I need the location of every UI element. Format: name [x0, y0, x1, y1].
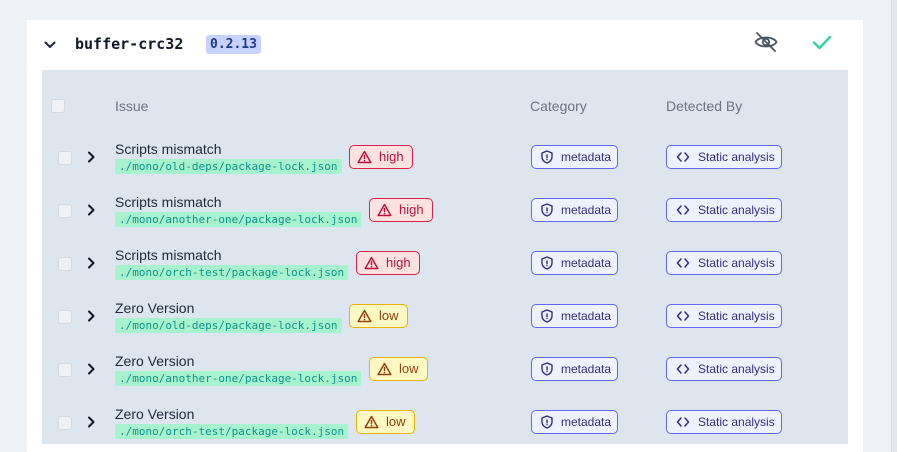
- warning-triangle-icon: [377, 203, 392, 217]
- issue-title: Zero Version: [115, 300, 195, 316]
- row-checkbox[interactable]: [58, 310, 72, 324]
- issue-file-path[interactable]: ./mono/old-deps/package-lock.json: [115, 159, 342, 174]
- detected-by-label: Static analysis: [698, 203, 775, 217]
- header-category: Category: [530, 98, 587, 114]
- shield-icon: [541, 256, 553, 270]
- shield-icon: [541, 415, 553, 429]
- severity-label: low: [379, 308, 399, 323]
- table-row[interactable]: Scripts mismatch ./mono/old-deps/package…: [42, 124, 848, 177]
- chevron-right-icon[interactable]: [84, 362, 98, 376]
- detected-by-label: Static analysis: [698, 362, 775, 376]
- package-header: buffer-crc32 0.2.13: [27, 20, 863, 68]
- detected-by-label: Static analysis: [698, 415, 775, 429]
- table-row[interactable]: Zero Version ./mono/another-one/package-…: [42, 336, 848, 389]
- table-row[interactable]: Zero Version ./mono/old-deps/package-loc…: [42, 283, 848, 336]
- issue-title: Scripts mismatch: [115, 194, 222, 210]
- shield-icon: [541, 203, 553, 217]
- issue-title: Scripts mismatch: [115, 247, 222, 263]
- category-badge[interactable]: metadata: [531, 304, 619, 328]
- chevron-right-icon[interactable]: [84, 256, 98, 270]
- row-checkbox[interactable]: [58, 363, 72, 377]
- code-brackets-icon: [676, 204, 690, 216]
- issue-title: Zero Version: [115, 353, 195, 369]
- severity-badge: high: [349, 145, 413, 169]
- issue-file-path[interactable]: ./mono/old-deps/package-lock.json: [115, 318, 342, 333]
- row-checkbox[interactable]: [58, 416, 72, 430]
- check-icon[interactable]: [810, 30, 834, 54]
- code-brackets-icon: [676, 310, 690, 322]
- issue-file-path[interactable]: ./mono/orch-test/package-lock.json: [115, 265, 349, 280]
- detected-by-label: Static analysis: [698, 309, 775, 323]
- shield-icon: [541, 362, 553, 376]
- issue-title: Zero Version: [115, 406, 195, 422]
- category-badge[interactable]: metadata: [531, 198, 619, 222]
- detected-by-badge[interactable]: Static analysis: [666, 198, 782, 222]
- package-name: buffer-crc32: [75, 35, 184, 53]
- table-row[interactable]: Scripts mismatch ./mono/orch-test/packag…: [42, 230, 848, 283]
- detected-by-label: Static analysis: [698, 256, 775, 270]
- category-badge[interactable]: metadata: [531, 410, 619, 434]
- detected-by-badge[interactable]: Static analysis: [666, 145, 782, 169]
- chevron-right-icon[interactable]: [84, 415, 98, 429]
- row-checkbox[interactable]: [58, 151, 72, 165]
- table-row[interactable]: Scripts mismatch ./mono/another-one/pack…: [42, 177, 848, 230]
- table-row[interactable]: Zero Version ./mono/orch-test/package-lo…: [42, 389, 848, 442]
- severity-label: high: [386, 255, 411, 270]
- package-card: buffer-crc32 0.2.13 Issue Category Detec…: [27, 20, 863, 452]
- issues-table: Issue Category Detected By Scripts misma…: [42, 70, 848, 444]
- detected-by-label: Static analysis: [698, 150, 775, 164]
- issue-title: Scripts mismatch: [115, 141, 222, 157]
- category-label: metadata: [561, 309, 612, 323]
- severity-badge: high: [369, 198, 433, 222]
- issue-file-path[interactable]: ./mono/orch-test/package-lock.json: [115, 424, 349, 439]
- header-issue: Issue: [115, 98, 149, 114]
- category-label: metadata: [561, 203, 612, 217]
- package-version-badge: 0.2.13: [206, 35, 261, 54]
- code-brackets-icon: [676, 151, 690, 163]
- detected-by-badge[interactable]: Static analysis: [666, 251, 782, 275]
- severity-badge: high: [356, 251, 420, 275]
- severity-badge: low: [369, 357, 428, 381]
- category-badge[interactable]: metadata: [531, 357, 619, 381]
- row-checkbox[interactable]: [58, 257, 72, 271]
- severity-label: low: [386, 414, 406, 429]
- detected-by-badge[interactable]: Static analysis: [666, 410, 782, 434]
- severity-label: high: [399, 202, 424, 217]
- chevron-down-icon[interactable]: [42, 37, 58, 53]
- row-checkbox[interactable]: [58, 204, 72, 218]
- detected-by-badge[interactable]: Static analysis: [666, 357, 782, 381]
- category-label: metadata: [561, 150, 612, 164]
- issue-file-path[interactable]: ./mono/another-one/package-lock.json: [115, 212, 362, 227]
- warning-triangle-icon: [364, 256, 379, 270]
- eye-off-icon[interactable]: [753, 30, 779, 54]
- shield-icon: [541, 309, 553, 323]
- issue-file-path[interactable]: ./mono/another-one/package-lock.json: [115, 371, 362, 386]
- category-badge[interactable]: metadata: [531, 145, 619, 169]
- category-label: metadata: [561, 256, 612, 270]
- severity-label: low: [399, 361, 419, 376]
- scrollbar-track[interactable]: [891, 0, 897, 452]
- header-detected-by: Detected By: [666, 98, 743, 114]
- severity-badge: low: [349, 304, 408, 328]
- category-label: metadata: [561, 415, 612, 429]
- chevron-right-icon[interactable]: [84, 150, 98, 164]
- severity-badge: low: [356, 410, 415, 434]
- select-all-checkbox[interactable]: [51, 99, 65, 113]
- chevron-right-icon[interactable]: [84, 203, 98, 217]
- detected-by-badge[interactable]: Static analysis: [666, 304, 782, 328]
- warning-triangle-icon: [377, 362, 392, 376]
- code-brackets-icon: [676, 363, 690, 375]
- warning-triangle-icon: [357, 309, 372, 323]
- severity-label: high: [379, 149, 404, 164]
- warning-triangle-icon: [357, 150, 372, 164]
- code-brackets-icon: [676, 257, 690, 269]
- category-label: metadata: [561, 362, 612, 376]
- category-badge[interactable]: metadata: [531, 251, 619, 275]
- code-brackets-icon: [676, 416, 690, 428]
- warning-triangle-icon: [364, 415, 379, 429]
- chevron-right-icon[interactable]: [84, 309, 98, 323]
- shield-icon: [541, 150, 553, 164]
